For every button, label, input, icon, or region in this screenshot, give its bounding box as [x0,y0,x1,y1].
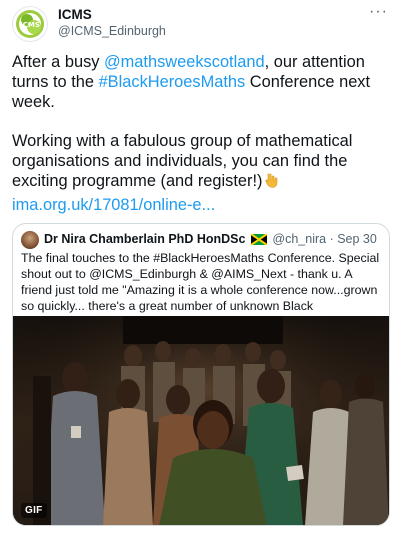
quoted-tweet-date[interactable]: Sep 30 [337,232,377,246]
quoted-tweet-gif[interactable]: GIF [13,316,389,525]
quoted-tweet[interactable]: Dr Nira Chamberlain PhD HonDSc @ch_nira … [12,223,390,526]
author-name[interactable]: ICMS [58,7,92,22]
tweet-paragraph-2: Working with a fabulous group of mathema… [12,132,388,193]
meta-separator: · [326,232,338,246]
icms-logo-icon[interactable]: ICMS [12,6,48,42]
hashtag-link[interactable]: #BlackHeroesMaths [99,73,246,91]
tweet-paragraph-1: After a busy @mathsweekscotland, our att… [12,53,388,112]
pointing-down-hand-emoji [263,172,279,194]
more-options-icon[interactable]: ··· [369,3,388,21]
jamaica-flag-icon [250,233,268,248]
gif-badge: GIF [21,503,47,518]
quoted-author-name[interactable]: Dr Nira Chamberlain PhD HonDSc [44,232,245,246]
tweet-text: After a busy @mathsweekscotland, our att… [12,53,388,194]
quoted-author-avatar[interactable] [21,231,39,249]
external-link[interactable]: ima.org.uk/17081/online-e... [12,196,215,215]
text-segment: After a busy [12,53,105,71]
quoted-tweet-header: Dr Nira Chamberlain PhD HonDSc @ch_nira … [44,232,377,248]
svg-text:ICMS: ICMS [20,21,40,29]
author-handle[interactable]: @ICMS_Edinburgh [58,24,166,38]
tweet-card: ICMS ICMS @ICMS_Edinburgh ··· After a bu… [0,0,400,534]
icms-logo-graphic: ICMS [16,10,44,38]
text-segment: Working with a fabulous group of mathema… [12,132,353,190]
quoted-author-handle[interactable]: @ch_nira [272,232,326,246]
mention-link[interactable]: @mathsweekscotland [104,53,265,71]
gif-frame-image [13,316,389,525]
